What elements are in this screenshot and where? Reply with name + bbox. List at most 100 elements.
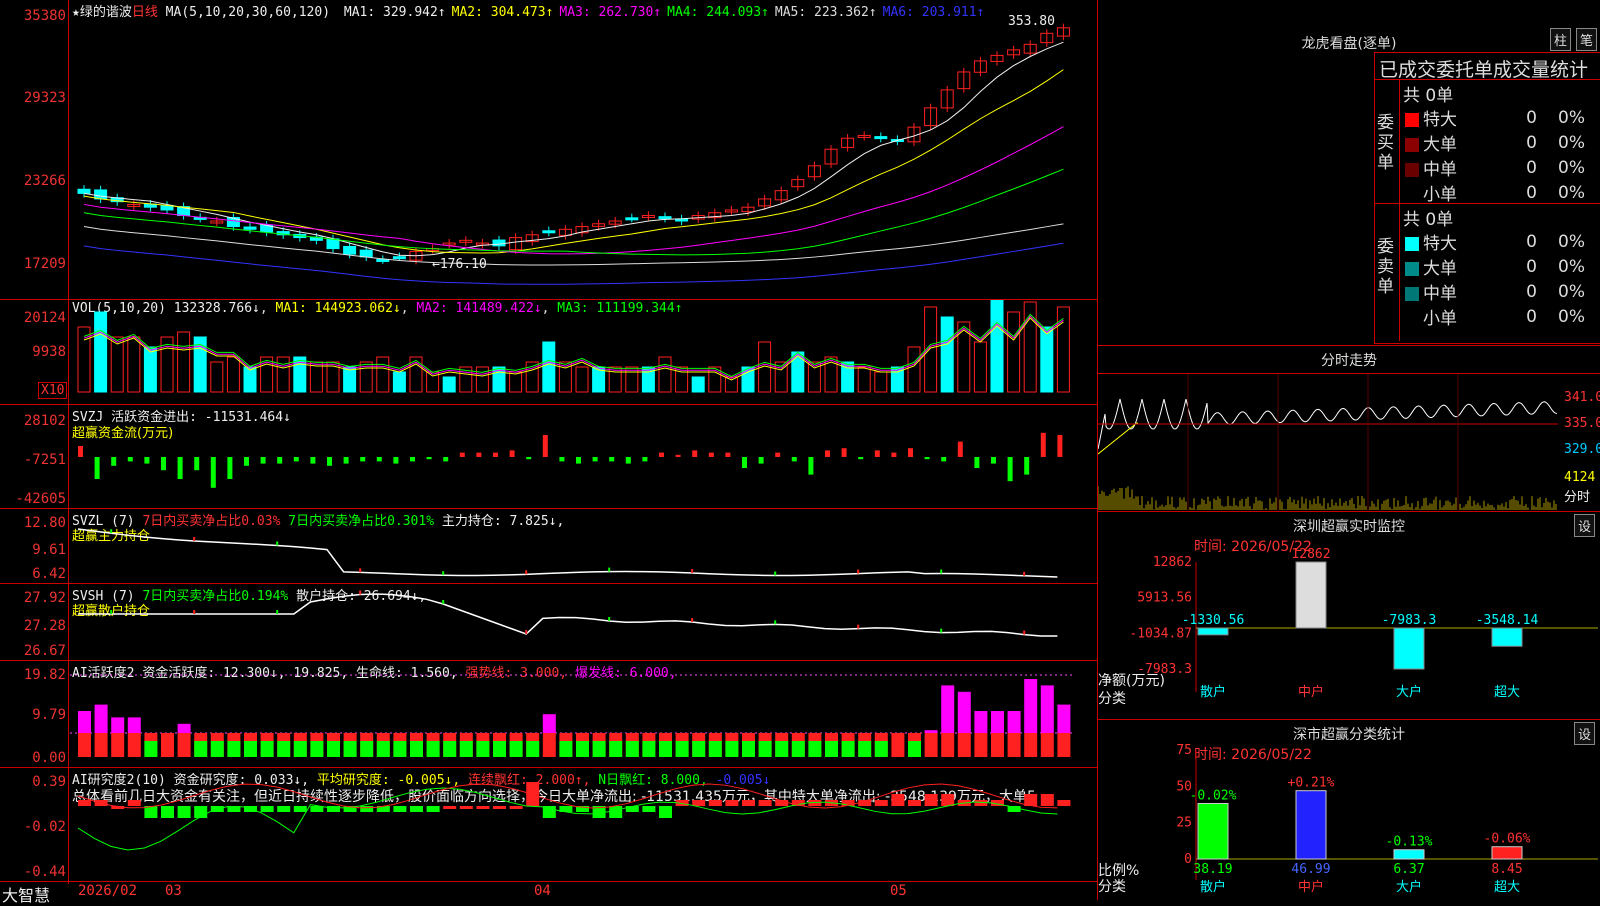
intraday-vol-label: 分时: [1564, 486, 1590, 505]
stats-category: 超大: [1494, 880, 1520, 895]
life-bar: [991, 733, 1004, 757]
research-bar: [78, 800, 91, 806]
svzj-ytick: -7251: [0, 452, 70, 468]
activity-chart: [70, 661, 1098, 768]
volume-bar: [95, 312, 107, 392]
ma-line: [84, 127, 1063, 254]
life-bar: [891, 733, 904, 757]
holding-tick: [110, 610, 112, 614]
activity-bar: [227, 741, 240, 757]
svzj-pane[interactable]: SVZJ 活跃资金进出: -11531.464↓ 超赢资金流(万元) 28102…: [0, 404, 1098, 509]
flow-bar: [427, 457, 432, 459]
research-bar: [891, 794, 904, 806]
monitor-ytick: 5913.56: [1137, 591, 1192, 606]
monitor-panel: 深圳超赢实时监控 设 时间: 2026/05/22 12862 5913.56 -1…: [1098, 511, 1600, 720]
activity-bar: [958, 692, 971, 733]
intraday-avg-line: [1098, 423, 1557, 454]
flow-bar: [294, 457, 299, 461]
research-bar: [1057, 800, 1070, 806]
volume-bar: [1057, 307, 1069, 392]
flow-bar: [510, 450, 515, 457]
monitor-bar: [1198, 628, 1228, 635]
flow-bar: [775, 453, 780, 457]
order-percent: 0%: [1541, 180, 1589, 205]
candle: [344, 246, 356, 254]
volume-bar: [510, 372, 522, 392]
activity-bar: [559, 741, 572, 757]
monitor-value: -7983.3: [1382, 613, 1437, 628]
svzl-pane[interactable]: SVZL (7) 7日内买卖净占比0.03% 7日内买卖净占比0.301% 主力…: [0, 508, 1098, 584]
volume-bar: [875, 372, 887, 392]
research-bar: [194, 806, 207, 818]
monitor-category: 超大: [1494, 685, 1520, 700]
tick-mode-button[interactable]: 笔: [1576, 28, 1597, 51]
activity-bar: [393, 741, 406, 757]
life-bar: [925, 733, 938, 757]
ai-research-pane[interactable]: AI研究度2(10) 资金研究度: 0.033↓, 平均研究度: -0.005↓…: [0, 767, 1098, 885]
monitor-category: 散户: [1200, 684, 1226, 700]
ai-activity-pane[interactable]: AI活跃度2 资金活跃度: 12.300↓, 19.825, 生命线: 1.56…: [0, 660, 1098, 768]
volume-bar: [1041, 327, 1053, 392]
order-percent: 0%: [1541, 130, 1589, 155]
flow-bar: [144, 457, 149, 464]
price-pane[interactable]: ★绿的谐波日线 MA(5,10,20,30,60,120) MA1: 329.9…: [0, 0, 1098, 299]
life-bar: [1041, 733, 1054, 757]
order-row: 特大 0 0%: [1401, 229, 1589, 254]
svzl-ytick: 9.61: [0, 542, 70, 558]
svsh-pane[interactable]: SVSH (7) 7日内买卖净占比0.194% 散户持仓: 26.694↓, 超…: [0, 583, 1098, 661]
price-ytick: 23266: [0, 173, 70, 189]
order-color-swatch: [1405, 312, 1419, 326]
activity-bar: [327, 741, 340, 757]
volume-bar: [111, 337, 123, 392]
intraday-chart: [1098, 374, 1600, 510]
volume-pane[interactable]: VOL(5,10,20) 132328.766↓, MA1: 144923.06…: [0, 299, 1098, 405]
activity-bar: [609, 741, 622, 757]
activity-bar: [493, 741, 506, 757]
life-bar: [941, 733, 954, 757]
activity-bar: [659, 741, 672, 757]
activity-bar: [277, 741, 290, 757]
holding-tick: [691, 618, 693, 622]
research-bar: [261, 806, 274, 812]
vol-ytick: 9938: [0, 344, 70, 360]
monitor-xlabel: 分类: [1098, 688, 1126, 708]
flow-bar: [78, 446, 83, 457]
research-bar: [742, 800, 755, 806]
activity-bar: [974, 711, 987, 733]
holding-tick: [940, 629, 942, 633]
order-table: 已成交委托单成交量统计 委买单 委卖单 共 0单 共 0单 特大 0 0% 大单 0 0%…: [1374, 52, 1600, 344]
stats-bar: [1198, 803, 1228, 859]
flow-bar: [676, 455, 681, 457]
flow-bar: [128, 457, 133, 461]
activity-bar: [775, 741, 788, 757]
candle: [244, 227, 256, 229]
holding-tick: [691, 569, 693, 573]
research-bar: [725, 800, 738, 806]
intraday-panel[interactable]: 分时走势 341.0 335.0 329.0 4124 分时: [1098, 345, 1600, 512]
flow-bar: [261, 457, 266, 464]
stats-pct: 38.19: [1193, 862, 1232, 877]
volume-bar: [576, 367, 588, 392]
retail-holding-chart: [70, 584, 1098, 661]
activity-bar: [626, 741, 639, 757]
order-count: 0: [1461, 279, 1541, 304]
stats-change: +0.21%: [1288, 776, 1335, 791]
volume-bar: [443, 377, 455, 392]
activity-bar: [642, 741, 655, 757]
ratio-bar-chart: 7550250-0.02%38.19散户+0.21%46.99中户-0.13%6…: [1098, 720, 1600, 901]
holding-tick: [774, 620, 776, 624]
flow-bar: [593, 457, 598, 461]
dragon-title: 龙虎看盘(逐单): [1098, 33, 1600, 53]
volume-ma: [84, 318, 1063, 380]
bar-mode-button[interactable]: 柱: [1550, 28, 1571, 51]
dragon-panel: 龙虎看盘(逐单) 柱 笔 已成交委托单成交量统计 委买单 委卖单 共 0单 共 …: [1098, 0, 1600, 345]
activity-bar: [825, 741, 838, 757]
flow-bar: [709, 453, 714, 457]
activity-bar: [692, 741, 705, 757]
candlestick-chart[interactable]: [70, 0, 1098, 299]
activity-bar: [78, 711, 91, 733]
order-type-label: 中单: [1423, 160, 1457, 180]
activity-bar: [194, 741, 207, 757]
svzj-ytick: -42605: [0, 491, 70, 507]
sell-label: 委卖单: [1377, 237, 1397, 297]
